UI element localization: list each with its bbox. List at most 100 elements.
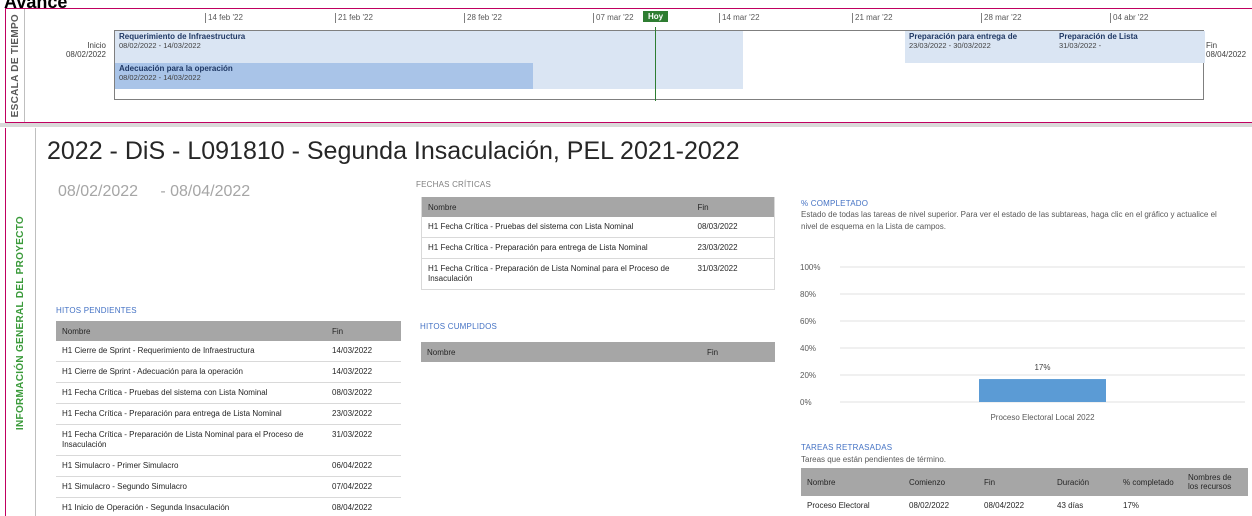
percent-complete-chart[interactable]: 0% 20% 40% 60% 80% 100% 17% Proceso Electoral L…	[790, 257, 1250, 427]
timeline-ticks: 14 feb '22 21 feb '22 28 feb '22 07 mar …	[6, 9, 1252, 27]
late-tasks-table[interactable]: Nombre Comienzo Fin Duración % completad…	[801, 468, 1248, 516]
cell-end: 23/03/2022	[691, 237, 775, 259]
column-header-name[interactable]: Nombre	[421, 342, 701, 362]
today-marker-line	[655, 27, 656, 101]
column-header-name[interactable]: Nombre	[421, 197, 692, 217]
y-tick-label: 100%	[800, 263, 820, 272]
timeline-tick: 07 mar '22	[593, 13, 634, 23]
project-title: 2022 - DiS - L091810 - Segunda Insaculac…	[47, 137, 740, 165]
x-category-label: Proceso Electoral Local 2022	[990, 413, 1095, 422]
cell-end: 14/03/2022	[326, 361, 401, 383]
y-tick-label: 0%	[800, 398, 812, 407]
cell-name: H1 Fecha Crítica - Preparación de Lista …	[56, 424, 326, 456]
table-row[interactable]: H1 Inicio de Operación - Segunda Insacul…	[56, 497, 401, 516]
cell-name: H1 Fecha Crítica - Preparación de Lista …	[421, 258, 692, 290]
column-header-name[interactable]: Nombre	[56, 321, 326, 341]
cell-end: 08/03/2022	[691, 217, 775, 238]
table-row[interactable]: H1 Simulacro - Primer Simulacro 06/04/202…	[56, 455, 401, 477]
late-tasks-description: Tareas que están pendientes de término.	[801, 455, 946, 464]
cell-name: H1 Fecha Crítica - Pruebas del sistema c…	[56, 382, 326, 404]
timeline-start: Inicio 08/02/2022	[65, 41, 106, 59]
y-tick-label: 80%	[800, 290, 816, 299]
cell-percent: 17%	[1117, 496, 1182, 516]
column-header-name[interactable]: Nombre	[801, 468, 903, 496]
today-marker: Hoy	[643, 11, 669, 22]
cell-name: H1 Simulacro - Primer Simulacro	[56, 455, 326, 477]
cell-name: H1 Fecha Crítica - Pruebas del sistema c…	[421, 217, 692, 238]
timeline-tick: 14 feb '22	[205, 13, 243, 23]
timeline-tick: 21 feb '22	[335, 13, 373, 23]
cell-name: H1 Simulacro - Segundo Simulacro	[56, 476, 326, 498]
y-tick-label: 60%	[800, 317, 816, 326]
timeline-bar[interactable]: Adecuación para la operación 08/02/2022 …	[115, 63, 533, 89]
table-row[interactable]: Proceso Electoral 08/02/2022 08/04/2022 …	[801, 496, 1248, 516]
data-label: 17%	[1034, 363, 1050, 372]
pending-milestones-table[interactable]: Nombre Fin H1 Cierre de Sprint - Requeri…	[56, 321, 401, 516]
cell-start: 08/02/2022	[903, 496, 978, 516]
cell-end: 14/03/2022	[326, 341, 401, 362]
column-header-end[interactable]: Fin	[701, 342, 775, 362]
section-divider	[0, 123, 1252, 127]
timeline-tick: 04 abr '22	[1110, 13, 1148, 23]
cell-name: H1 Inicio de Operación - Segunda Insacul…	[56, 497, 326, 516]
table-row[interactable]: H1 Fecha Crítica - Preparación de Lista …	[56, 424, 401, 456]
timeline-tick: 21 mar '22	[852, 13, 893, 23]
timeline-section: ESCALA DE TIEMPO 14 feb '22 21 feb '22 2…	[5, 8, 1252, 123]
percent-complete-label: % COMPLETADO	[801, 199, 869, 208]
chart-bar[interactable]	[979, 379, 1106, 402]
timeline-tick: 14 mar '22	[719, 13, 760, 23]
timeline-end: Fin 08/04/2022	[1206, 41, 1247, 59]
percent-complete-description: Estado de todas las tareas de nivel supe…	[801, 210, 1217, 231]
cell-name: H1 Fecha Crítica - Preparación para entr…	[421, 237, 692, 259]
table-row[interactable]: H1 Fecha Crítica - Preparación de Lista …	[421, 258, 775, 290]
column-header-end[interactable]: Fin	[691, 197, 775, 217]
critical-dates-label: FECHAS CRÍTICAS	[416, 180, 492, 189]
late-tasks-label: TAREAS RETRASADAS	[801, 443, 893, 452]
column-header-end[interactable]: Fin	[326, 321, 401, 341]
project-side-label: INFORMACIÓN GENERAL DEL PROYECTO	[6, 128, 36, 516]
timeline-bar-remainder	[533, 63, 743, 89]
table-row[interactable]: H1 Simulacro - Segundo Simulacro 07/04/20…	[56, 476, 401, 498]
cell-end: 31/03/2022	[691, 258, 775, 290]
cell-end: 08/04/2022	[978, 496, 1051, 516]
table-row[interactable]: H1 Fecha Crítica - Preparación para entr…	[56, 403, 401, 425]
column-header-percent[interactable]: % completado	[1117, 468, 1182, 496]
cell-name: H1 Cierre de Sprint - Adecuación para la…	[56, 361, 326, 383]
table-row[interactable]: H1 Cierre de Sprint - Adecuación para la…	[56, 361, 401, 383]
cell-end: 06/04/2022	[326, 455, 401, 477]
table-row[interactable]: H1 Fecha Crítica - Preparación para entr…	[421, 237, 775, 259]
pending-milestones-label: HITOS PENDIENTES	[56, 306, 137, 315]
cell-end: 23/03/2022	[326, 403, 401, 425]
table-row[interactable]: H1 Fecha Crítica - Pruebas del sistema c…	[421, 217, 775, 238]
table-row[interactable]: H1 Cierre de Sprint - Requerimiento de I…	[56, 341, 401, 362]
cell-name: H1 Cierre de Sprint - Requerimiento de I…	[56, 341, 326, 362]
y-tick-label: 40%	[800, 344, 816, 353]
cell-name: H1 Fecha Crítica - Preparación para entr…	[56, 403, 326, 425]
project-start-date: 08/02/2022	[58, 183, 139, 200]
column-header-duration[interactable]: Duración	[1051, 468, 1117, 496]
cell-end: 07/04/2022	[326, 476, 401, 498]
cell-end: 08/04/2022	[326, 497, 401, 516]
column-header-start[interactable]: Comienzo	[903, 468, 978, 496]
column-header-resources[interactable]: Nombres de los recursos	[1182, 468, 1248, 496]
cell-resources	[1182, 496, 1248, 516]
timeline-task[interactable]: Preparación de Lista 31/03/2022 -	[1055, 31, 1205, 63]
cell-duration: 43 días	[1051, 496, 1117, 516]
timeline-task[interactable]: Preparación para entrega de 23/03/2022 -…	[905, 31, 1055, 63]
cell-name: Proceso Electoral	[801, 496, 903, 516]
y-tick-label: 20%	[800, 371, 816, 380]
critical-dates-table[interactable]: Nombre Fin H1 Fecha Crítica - Pruebas de…	[421, 197, 775, 290]
completed-milestones-table[interactable]: Nombre Fin	[421, 342, 775, 362]
timeline-tick: 28 mar '22	[981, 13, 1022, 23]
timeline-tick: 28 feb '22	[464, 13, 502, 23]
timeline-box[interactable]: Requerimiento de Infraestructura 08/02/2…	[114, 30, 1205, 100]
timeline-bar[interactable]: Requerimiento de Infraestructura 08/02/2…	[115, 31, 743, 63]
column-header-end[interactable]: Fin	[978, 468, 1051, 496]
cell-end: 31/03/2022	[326, 424, 401, 456]
cell-end: 08/03/2022	[326, 382, 401, 404]
project-dates: 08/02/2022 - 08/04/2022	[58, 183, 250, 201]
completed-milestones-label: HITOS CUMPLIDOS	[420, 322, 498, 331]
chart-svg[interactable]: 0% 20% 40% 60% 80% 100% 17% Proceso Electoral L…	[790, 257, 1250, 427]
table-row[interactable]: H1 Fecha Crítica - Pruebas del sistema c…	[56, 382, 401, 404]
project-end-date: - 08/04/2022	[160, 183, 251, 200]
